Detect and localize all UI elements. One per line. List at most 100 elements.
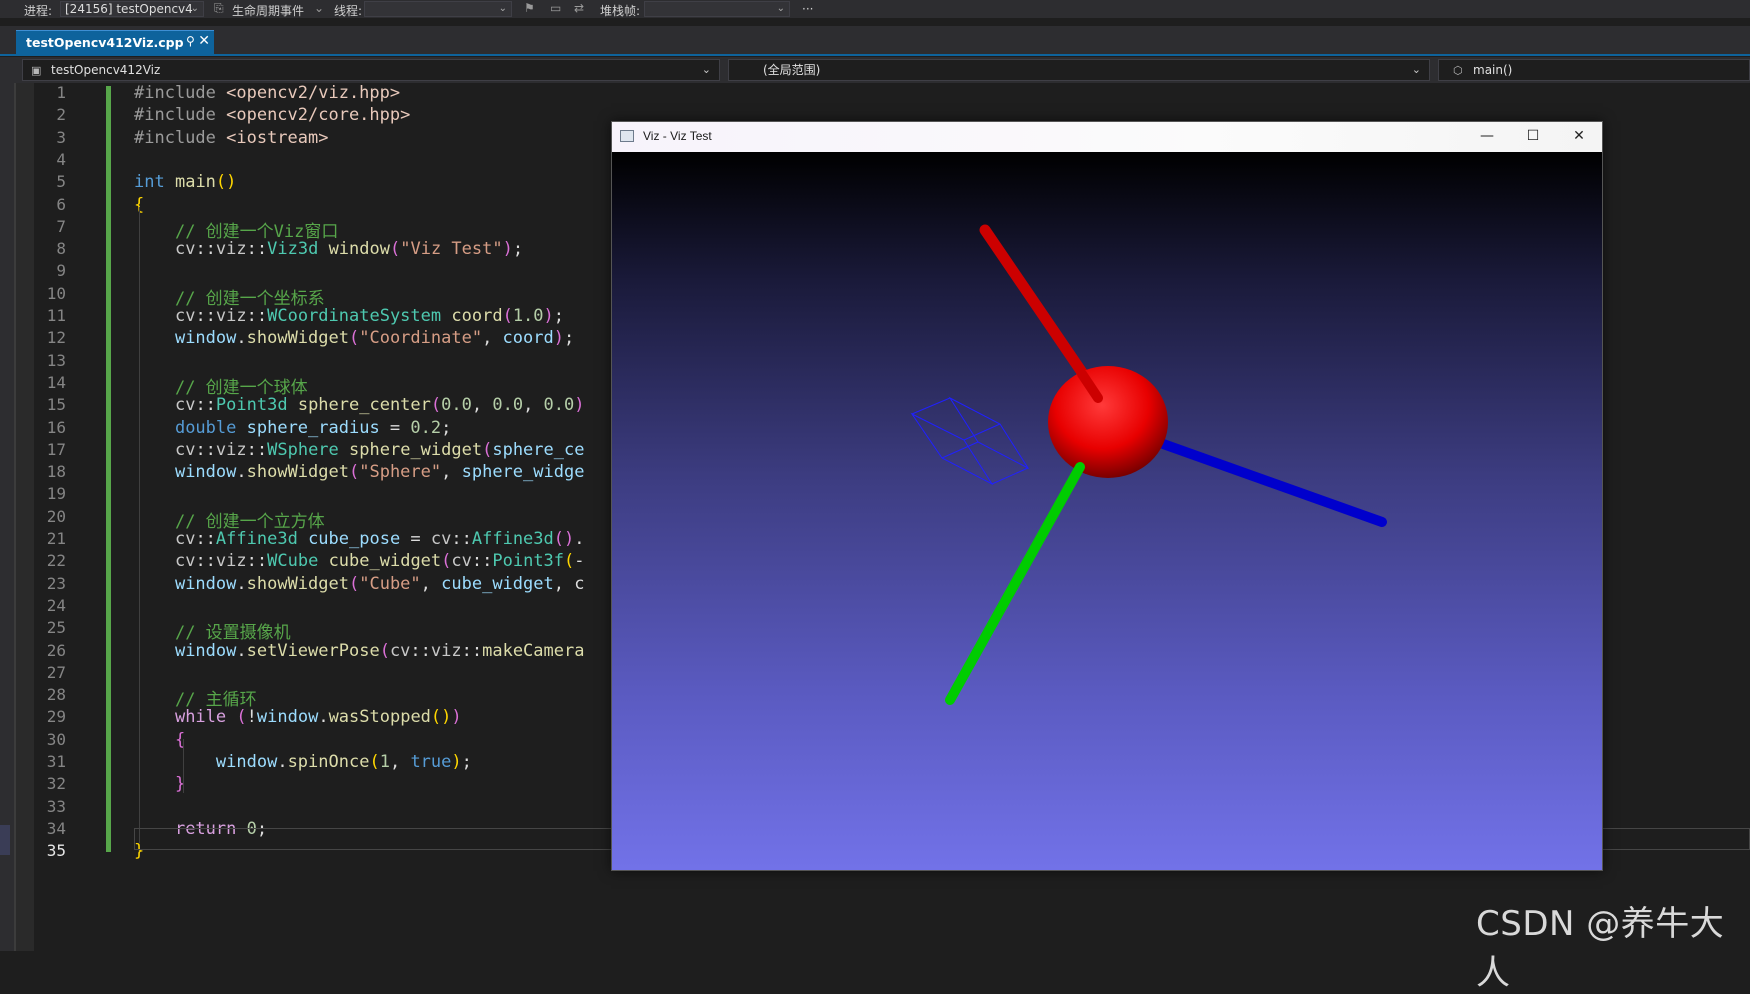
close-button[interactable]: ✕ bbox=[1556, 122, 1602, 152]
code-line[interactable]: cv::Affine3d cube_pose = cv::Affine3d(). bbox=[134, 529, 585, 549]
code-token: viz bbox=[215, 439, 247, 460]
line-number: 25 bbox=[46, 618, 66, 638]
code-token: . bbox=[236, 573, 247, 594]
code-token: viz bbox=[430, 640, 462, 661]
viz-scene bbox=[910, 224, 1387, 705]
code-line[interactable]: window.showWidget("Cube", cube_widget, c bbox=[134, 573, 585, 594]
chevron-down-icon[interactable]: ⌄ bbox=[314, 1, 324, 15]
code-line[interactable]: #include <opencv2/core.hpp> bbox=[134, 105, 410, 125]
code-token: ( bbox=[348, 462, 360, 483]
code-token: #include bbox=[134, 83, 227, 103]
code-line[interactable]: window.showWidget("Coordinate", coord); bbox=[134, 328, 574, 348]
code-line[interactable]: int main() bbox=[134, 172, 236, 192]
code-token: Viz3d bbox=[267, 239, 319, 260]
code-token: 0.0 bbox=[492, 395, 524, 416]
project-dropdown[interactable]: ▣ testOpencv412Viz ⌄ bbox=[22, 59, 720, 81]
comment-icon[interactable]: ▭ bbox=[550, 1, 561, 15]
code-token: viz bbox=[215, 306, 247, 326]
code-line[interactable]: cv::viz::Viz3d window("Viz Test"); bbox=[134, 239, 523, 259]
member-dropdown[interactable]: ⬡ main() bbox=[1438, 59, 1750, 81]
thread-select[interactable]: ⌄ bbox=[364, 1, 512, 17]
process-select[interactable]: [24156] testOpencv4 ⌄ bbox=[60, 1, 204, 17]
line-number: 12 bbox=[46, 328, 66, 348]
y-axis-green bbox=[945, 462, 1085, 705]
thread-label: 线程: bbox=[334, 4, 363, 18]
code-token: () bbox=[553, 529, 575, 549]
minimize-button[interactable]: — bbox=[1464, 122, 1510, 152]
code-token: cv bbox=[389, 640, 411, 661]
code-token: . bbox=[277, 752, 288, 772]
code-line[interactable]: // 创建一个球体 bbox=[134, 373, 308, 398]
code-token: ( bbox=[379, 640, 390, 661]
code-line[interactable]: { bbox=[134, 730, 185, 750]
code-line[interactable]: // 创建一个坐标系 bbox=[134, 284, 325, 309]
code-line[interactable]: window.spinOnce(1, true); bbox=[134, 752, 472, 772]
code-token: cube_pose bbox=[308, 529, 401, 549]
code-token: . bbox=[318, 707, 329, 728]
scope-dropdown[interactable]: (全局范围) ⌄ bbox=[728, 59, 1430, 81]
close-tab-icon[interactable]: ✕ bbox=[198, 33, 210, 49]
scope-name: (全局范围) bbox=[763, 63, 821, 77]
code-token: = bbox=[379, 417, 411, 438]
code-token: ; bbox=[563, 328, 575, 349]
viz-title-bar[interactable]: Viz - Viz Test — ☐ ✕ bbox=[612, 122, 1602, 152]
code-line[interactable]: } bbox=[134, 774, 185, 794]
maximize-button[interactable]: ☐ bbox=[1510, 122, 1556, 152]
code-token: :: bbox=[471, 551, 493, 572]
line-number: 20 bbox=[46, 506, 66, 526]
code-line[interactable]: cv::viz::WCube cube_widget(cv::Point3f(- bbox=[134, 551, 585, 571]
line-number: 7 bbox=[56, 216, 66, 236]
code-token: :: bbox=[451, 529, 472, 549]
code-token: sphere_center bbox=[297, 395, 431, 416]
code-token: cv bbox=[174, 439, 196, 460]
code-token: 0.0 bbox=[441, 395, 472, 416]
pin-icon[interactable]: ⚲ bbox=[186, 34, 195, 48]
code-line[interactable]: // 创建一个Viz窗口 bbox=[134, 217, 338, 242]
process-value: [24156] testOpencv4 bbox=[65, 2, 193, 16]
stackframe-select[interactable]: ⌄ bbox=[644, 1, 790, 17]
code-line[interactable]: // 主循环 bbox=[134, 685, 257, 710]
code-token: . bbox=[574, 529, 585, 549]
viz-window[interactable]: Viz - Viz Test — ☐ ✕ bbox=[611, 121, 1603, 871]
line-number: 21 bbox=[46, 529, 66, 548]
code-token: :: bbox=[246, 306, 268, 326]
code-line[interactable]: cv::viz::WCoordinateSystem coord(1.0); bbox=[134, 306, 564, 326]
code-line[interactable]: // 设置摄像机 bbox=[134, 618, 291, 643]
code-line[interactable]: window.setViewerPose(cv::viz::makeCamera bbox=[134, 640, 585, 661]
viz-render-canvas[interactable] bbox=[612, 152, 1602, 870]
code-token: , bbox=[441, 462, 462, 483]
viz-window-title: Viz - Viz Test bbox=[643, 129, 712, 143]
lifecycle-icon[interactable]: ⎘ bbox=[214, 1, 224, 16]
tab-testopencv412viz-cpp[interactable]: testOpencv412Viz.cpp ⚲ ✕ bbox=[16, 30, 214, 54]
code-line[interactable]: window.showWidget("Sphere", sphere_widge bbox=[134, 462, 584, 482]
sphere bbox=[1048, 366, 1168, 478]
line-number: 26 bbox=[46, 640, 66, 660]
code-token: 1.0 bbox=[512, 306, 544, 326]
line-number: 8 bbox=[56, 239, 66, 259]
thread-filter-icon[interactable]: ⇄ bbox=[574, 1, 584, 15]
code-token: <opencv2/core.hpp> bbox=[226, 105, 411, 126]
flag-icon[interactable]: ⚑ bbox=[524, 1, 535, 15]
line-number: 6 bbox=[56, 194, 66, 214]
code-line[interactable]: cv::Point3d sphere_center(0.0, 0.0, 0.0) bbox=[134, 395, 585, 415]
code-line[interactable]: // 创建一个立方体 bbox=[134, 507, 325, 532]
code-token: ( bbox=[441, 551, 452, 572]
more-button[interactable]: ··· bbox=[802, 2, 813, 16]
code-line[interactable]: cv::viz::WSphere sphere_widget(sphere_ce bbox=[134, 439, 585, 460]
code-token: ) bbox=[553, 328, 564, 349]
code-line[interactable]: #include <opencv2/viz.hpp> bbox=[134, 83, 400, 103]
code-line[interactable]: #include <iostream> bbox=[134, 128, 328, 148]
code-token: "Viz Test" bbox=[400, 239, 503, 260]
code-token: :: bbox=[195, 239, 216, 260]
lifecycle-events-label[interactable]: 生命周期事件 bbox=[232, 2, 304, 19]
code-token: ; bbox=[461, 752, 472, 772]
code-line[interactable]: double sphere_radius = 0.2; bbox=[134, 418, 451, 438]
code-line[interactable]: while (!window.wasStopped()) bbox=[134, 707, 462, 727]
chevron-down-icon: ⌄ bbox=[701, 63, 711, 76]
